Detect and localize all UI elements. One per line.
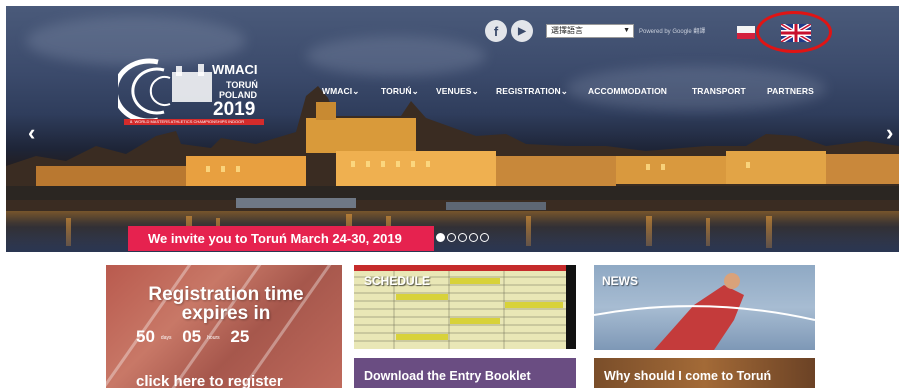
main-nav: WMACI⌄ TORUŃ⌄ VENUES⌄ REGISTRATION⌄ ACCO… (6, 86, 899, 100)
why-come-label: Why should I come to Toruń (604, 369, 772, 383)
language-select[interactable]: 選擇語言 ▼ (546, 24, 634, 38)
registration-countdown: 50 days 05 hours 25 (136, 327, 249, 347)
youtube-icon[interactable]: ▶ (511, 20, 533, 42)
language-select-value: 選擇語言 (551, 26, 583, 35)
registration-tile[interactable]: Registration time expires in 50 days 05 ho… (106, 265, 342, 388)
schedule-tile[interactable]: SCHEDULE (354, 265, 576, 349)
nav-item-transport[interactable]: TRANSPORT (692, 86, 746, 96)
nav-item-wmaci[interactable]: WMACI⌄ (322, 86, 359, 97)
news-label: NEWS (602, 274, 638, 288)
chevron-down-icon: ▼ (623, 27, 630, 34)
top-bar: f ▶ 選擇語言 ▼ Powered by Google 翻譯 (6, 11, 899, 53)
slider-dot-2[interactable] (447, 233, 456, 242)
nav-item-registration[interactable]: REGISTRATION⌄ (496, 86, 568, 97)
slider-next-arrow-icon[interactable]: › (886, 120, 893, 146)
slider-dot-1[interactable] (436, 233, 445, 242)
hero-slider: f ▶ 選擇語言 ▼ Powered by Google 翻譯 WMACI TO… (6, 6, 899, 252)
logo-year: 2019 (213, 99, 256, 120)
nav-item-torun[interactable]: TORUŃ⌄ (381, 86, 419, 97)
countdown-days: 50 (136, 327, 155, 346)
slider-dot-3[interactable] (458, 233, 467, 242)
registration-title-line2: expires in (181, 303, 271, 324)
nav-item-partners[interactable]: PARTNERS (767, 86, 814, 96)
nav-item-accommodation[interactable]: ACCOMMODATION (588, 86, 667, 96)
slider-prev-arrow-icon[interactable]: ‹ (28, 120, 35, 146)
slider-dot-4[interactable] (469, 233, 478, 242)
logo-title: WMACI (212, 62, 258, 77)
nav-item-venues[interactable]: VENUES⌄ (436, 86, 479, 97)
powered-by-google: Powered by Google 翻譯 (639, 29, 706, 35)
why-come-tile[interactable]: Why should I come to Toruń (594, 358, 815, 388)
entry-booklet-tile[interactable]: Download the Entry Booklet (354, 358, 576, 388)
countdown-days-unit: days (160, 334, 172, 341)
slider-caption-banner[interactable]: We invite you to Toruń March 24-30, 2019 (128, 226, 434, 251)
annotation-circle (756, 11, 832, 53)
countdown-hours-unit: hours (207, 334, 220, 341)
registration-title: Registration time expires in (136, 285, 316, 323)
entry-booklet-label: Download the Entry Booklet (364, 369, 531, 383)
slider-dot-5[interactable] (480, 233, 489, 242)
news-tile[interactable]: NEWS (594, 265, 815, 350)
polish-flag-icon[interactable] (737, 26, 755, 39)
countdown-hours: 05 (182, 327, 202, 346)
logo-subtitle-band: 8. WORLD MASTERS ATHLETICS CHAMPIONSHIPS… (124, 119, 264, 125)
registration-title-line1: Registration time (148, 284, 304, 305)
countdown-minutes: 25 (230, 327, 250, 346)
slider-pagination (436, 233, 489, 242)
schedule-label: SCHEDULE (364, 274, 431, 288)
facebook-icon[interactable]: f (485, 20, 507, 42)
register-link[interactable]: click here to register (136, 373, 283, 388)
